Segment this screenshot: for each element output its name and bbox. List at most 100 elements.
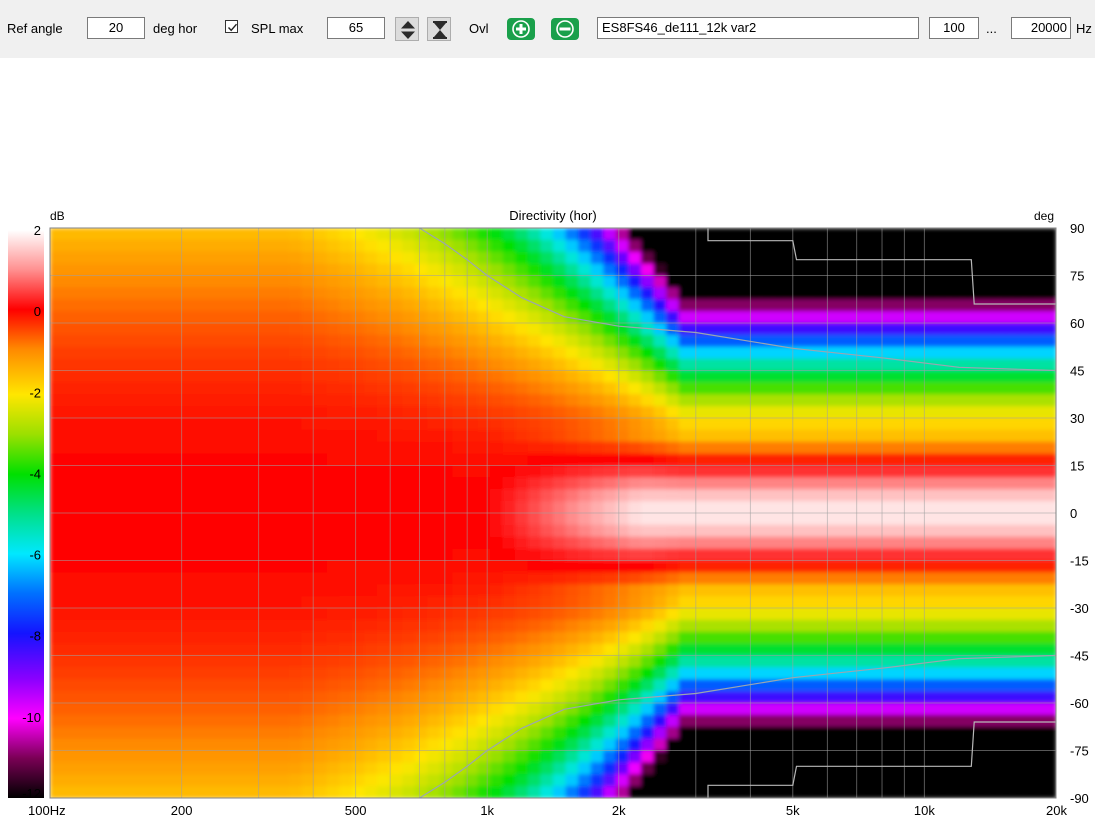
- heatmap-cell: [452, 501, 466, 514]
- heatmap-cell: [439, 667, 453, 680]
- heatmap-cell: [791, 501, 806, 514]
- heatmap-cell: [691, 465, 705, 478]
- heatmap-cell: [527, 394, 542, 407]
- heatmap-cell: [452, 382, 466, 395]
- heatmap-cell: [112, 513, 127, 526]
- heatmap-cell: [590, 441, 604, 455]
- freq-max-input[interactable]: 20000: [1011, 17, 1071, 39]
- heatmap-cell: [326, 477, 340, 490]
- heatmap-cell: [565, 655, 579, 668]
- plus-circle-icon[interactable]: [506, 17, 535, 41]
- heatmap-cell: [188, 394, 202, 407]
- heatmap-cell: [301, 358, 315, 372]
- heatmap-cell: [741, 346, 755, 360]
- heatmap-cell: [829, 726, 843, 740]
- spl-max-checkbox[interactable]: [225, 20, 238, 33]
- heatmap-cell: [1043, 619, 1056, 633]
- freq-min-input[interactable]: 100: [929, 17, 979, 39]
- heatmap-cell: [87, 275, 101, 288]
- heatmap-cell: [905, 489, 919, 502]
- heatmap-cell: [779, 228, 793, 241]
- heatmap-cell: [138, 477, 152, 490]
- heatmap-cell: [993, 631, 1007, 645]
- heatmap-cell: [414, 311, 428, 324]
- heatmap-cell: [615, 738, 630, 752]
- heatmap-cell: [326, 323, 340, 336]
- heatmap-cell: [716, 703, 730, 716]
- heatmap-cell: [502, 465, 516, 478]
- heatmap-cell: [678, 524, 692, 538]
- heatmap-cell: [251, 275, 265, 288]
- heatmap-cell: [339, 596, 353, 609]
- heatmap-cell: [867, 631, 881, 645]
- heatmap-cell: [540, 679, 554, 692]
- heatmap-cell: [75, 394, 89, 407]
- heatmap-cell: [980, 560, 994, 573]
- spl-max-input[interactable]: 65: [327, 17, 385, 39]
- heatmap-cell: [867, 453, 881, 467]
- heatmap-cell: [376, 584, 391, 597]
- heatmap-cell: [251, 548, 265, 562]
- heatmap-cell: [175, 394, 189, 407]
- heatmap-cell: [200, 501, 215, 514]
- hourglass-icon[interactable]: [427, 17, 451, 41]
- minus-circle-icon[interactable]: [550, 17, 579, 41]
- heatmap-cell: [301, 465, 315, 478]
- heatmap-cell: [100, 334, 114, 348]
- heatmap-cell: [376, 334, 391, 348]
- heatmap-cell: [716, 465, 730, 478]
- heatmap-cell: [175, 263, 189, 277]
- heatmap-cell: [200, 774, 215, 787]
- heatmap-cell: [678, 619, 692, 633]
- heatmap-cell: [540, 548, 554, 562]
- ref-angle-input[interactable]: 20: [87, 17, 145, 39]
- x-tick-label: 500: [345, 803, 367, 818]
- heatmap-cell: [1005, 703, 1019, 716]
- heatmap-cell: [427, 489, 441, 502]
- heatmap-cell: [603, 228, 617, 241]
- heatmap-cell: [942, 346, 956, 360]
- heatmap-cell: [414, 560, 428, 573]
- heatmap-cell: [754, 453, 768, 467]
- heatmap-cell: [427, 429, 441, 443]
- heatmap-cell: [288, 501, 303, 514]
- heatmap-cell: [666, 501, 680, 514]
- heatmap-cell: [754, 667, 768, 680]
- heatmap-cell: [980, 311, 994, 324]
- heatmap-cell: [62, 679, 76, 692]
- heatmap-cell: [50, 608, 64, 621]
- heatmap-cell: [1018, 251, 1032, 265]
- heatmap-cell: [364, 323, 378, 336]
- heatmap-cell: [87, 501, 101, 514]
- heatmap-cell: [603, 263, 617, 277]
- heatmap-cell: [62, 239, 76, 253]
- heatmap-cell: [578, 513, 592, 526]
- heatmap-cell: [653, 418, 667, 431]
- heatmap-cell: [766, 453, 780, 467]
- heatmap-cell: [603, 501, 617, 514]
- heatmap-cell: [251, 596, 265, 609]
- up-down-arrows-icon[interactable]: [395, 17, 419, 41]
- heatmap-cell: [339, 299, 353, 312]
- heatmap-cell: [867, 287, 881, 300]
- dataset-name-field[interactable]: ES8FS46_de111_12k var2: [597, 17, 919, 39]
- heatmap-cell: [791, 311, 806, 324]
- heatmap-cell: [314, 667, 328, 680]
- heatmap-cell: [678, 441, 692, 455]
- heatmap-cell: [251, 465, 265, 478]
- heatmap-cell: [226, 608, 240, 621]
- heatmap-cell: [389, 513, 403, 526]
- heatmap-cell: [502, 311, 516, 324]
- heatmap-cell: [100, 560, 114, 573]
- heatmap-cell: [779, 441, 793, 455]
- heatmap-cell: [125, 608, 139, 621]
- heatmap-cell: [817, 643, 831, 657]
- heatmap-cell: [666, 429, 680, 443]
- heatmap-cell: [226, 619, 240, 633]
- heatmap-cell: [729, 596, 743, 609]
- heatmap-cell: [138, 263, 152, 277]
- heatmap-cell: [666, 786, 680, 798]
- heatmap-cell: [867, 263, 881, 277]
- heatmap-cell: [955, 370, 969, 383]
- heatmap-cell: [87, 774, 101, 787]
